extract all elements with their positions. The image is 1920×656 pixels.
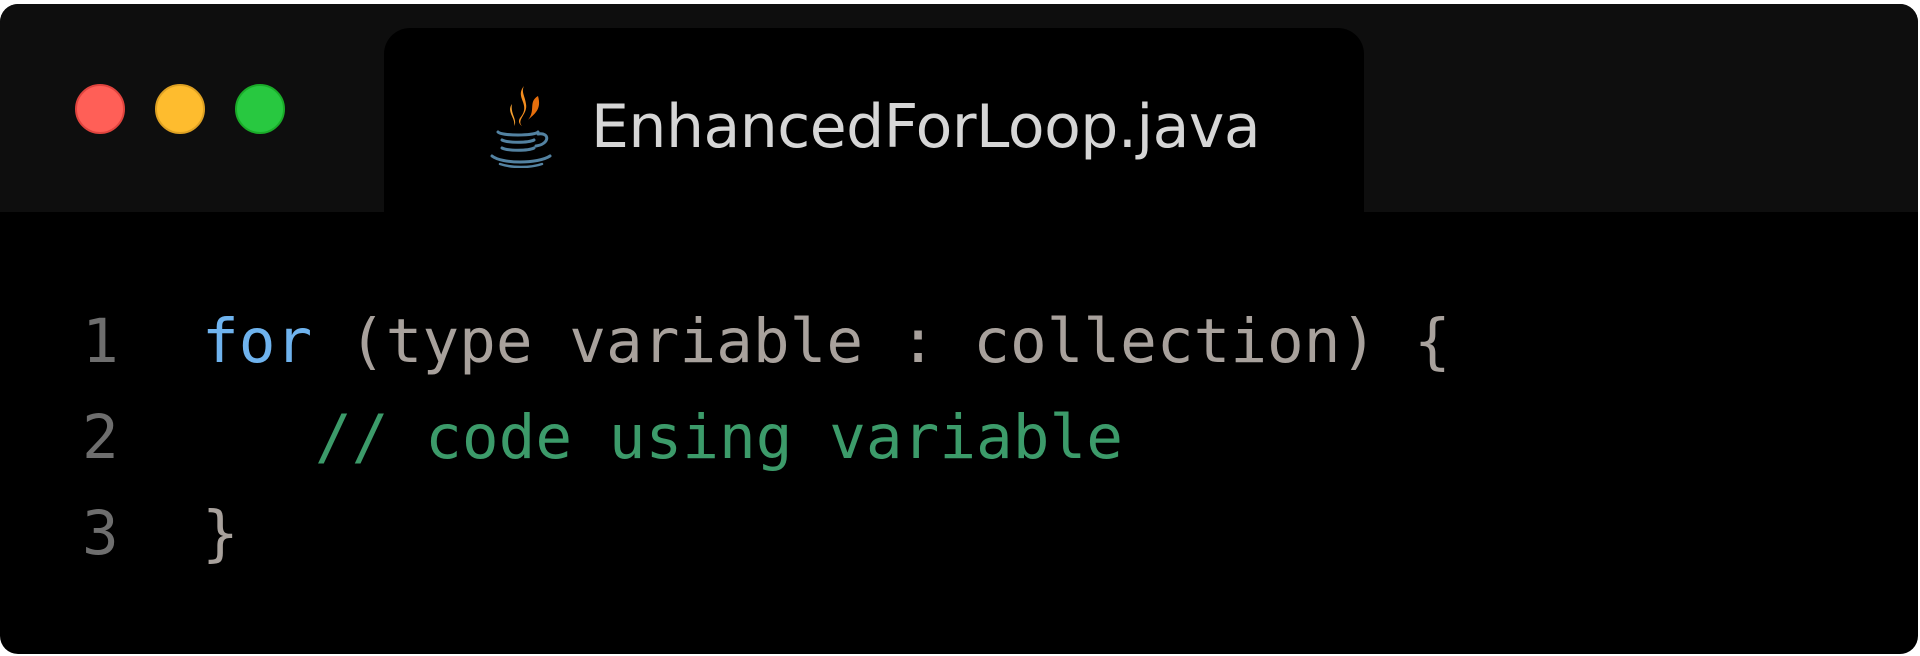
java-coffee-cup-icon bbox=[490, 86, 552, 168]
code-window: EnhancedForLoop.java 1 for (type variabl… bbox=[0, 4, 1918, 654]
line-number: 1 bbox=[82, 306, 119, 377]
code-line: 2 // code using variable bbox=[0, 390, 1918, 486]
code-line: 1 for (type variable : collection) { bbox=[0, 294, 1918, 390]
close-window-button[interactable] bbox=[75, 84, 125, 134]
code-content: } bbox=[202, 486, 239, 582]
code-text: (type variable : collection) { bbox=[312, 306, 1451, 377]
code-content: // code using variable bbox=[202, 390, 1123, 486]
code-editor[interactable]: 1 for (type variable : collection) { 2 /… bbox=[0, 294, 1918, 582]
code-text: } bbox=[202, 498, 239, 569]
minimize-window-button[interactable] bbox=[155, 84, 205, 134]
line-number: 2 bbox=[82, 402, 119, 473]
tab-filename: EnhancedForLoop.java bbox=[591, 92, 1261, 162]
maximize-window-button[interactable] bbox=[235, 84, 285, 134]
file-tab[interactable]: EnhancedForLoop.java bbox=[384, 28, 1364, 218]
line-number: 3 bbox=[82, 498, 119, 569]
title-bar: EnhancedForLoop.java bbox=[0, 4, 1918, 218]
code-content: for (type variable : collection) { bbox=[202, 294, 1451, 390]
keyword-token: for bbox=[202, 306, 313, 377]
code-line: 3 } bbox=[0, 486, 1918, 582]
comment-token: // code using variable bbox=[315, 402, 1123, 473]
